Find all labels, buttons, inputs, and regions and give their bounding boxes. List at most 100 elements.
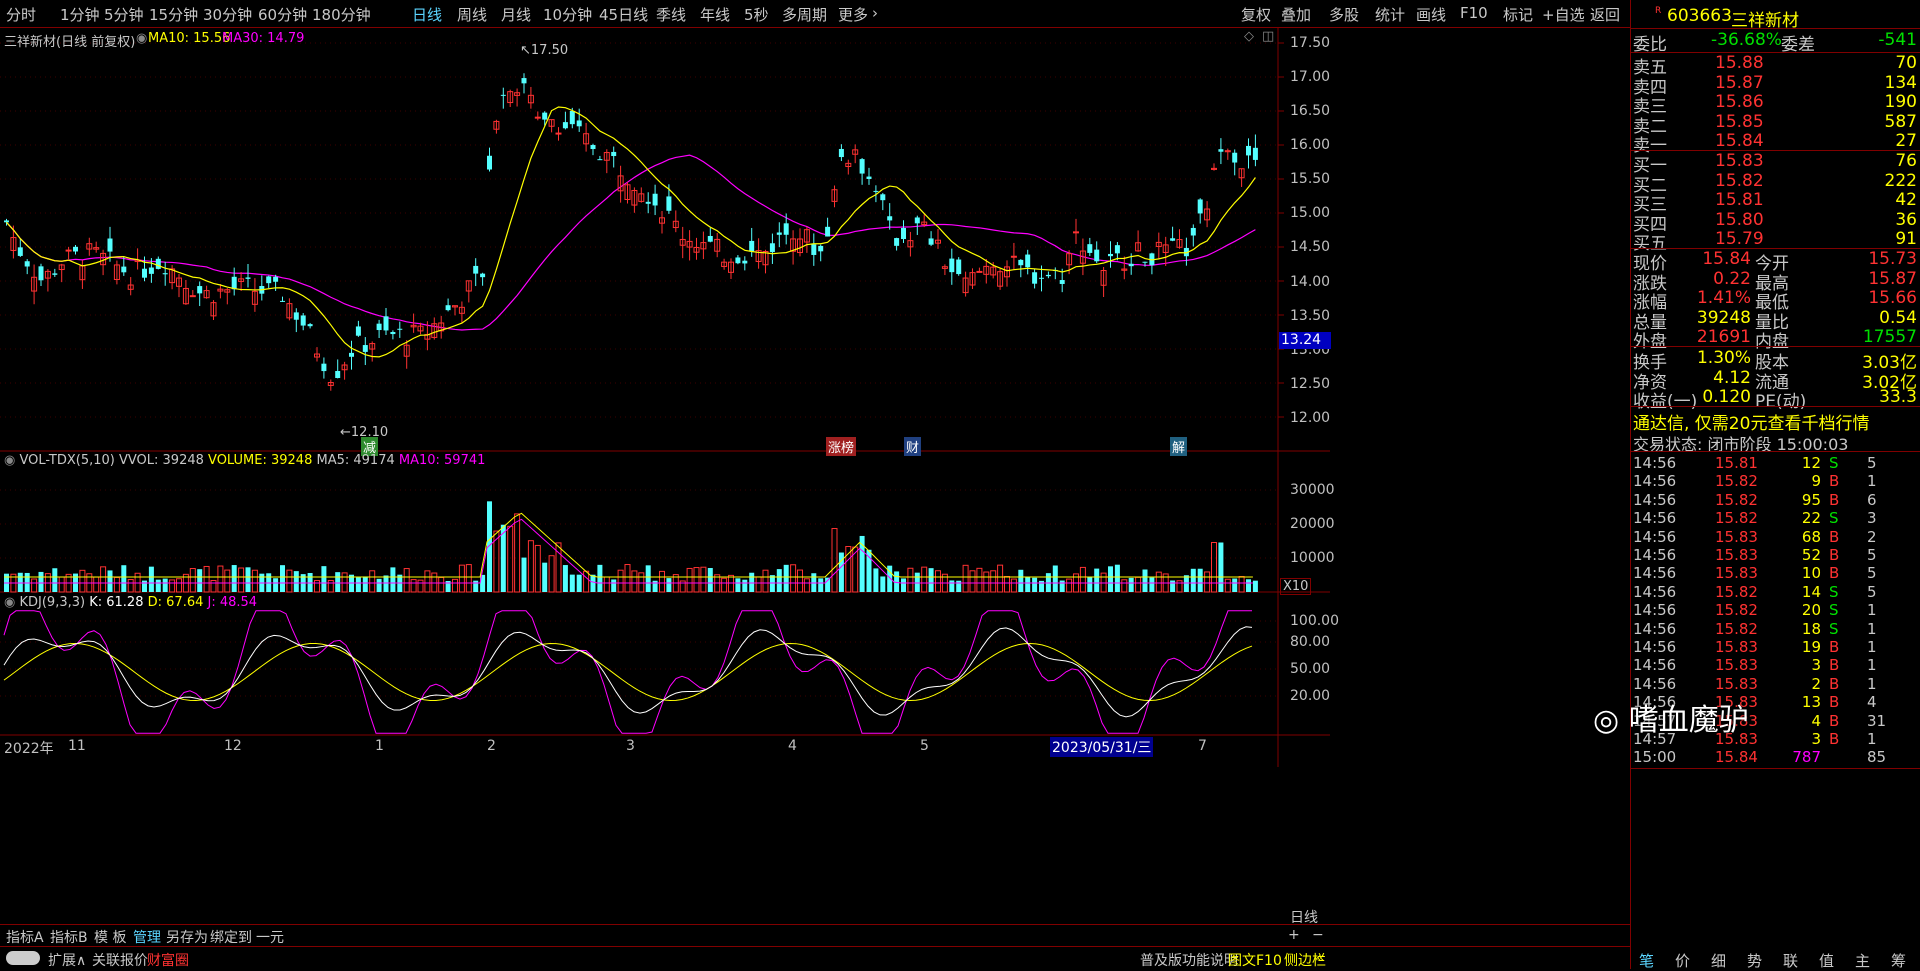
tick-price: 15.83 — [1715, 564, 1758, 583]
related-quote-button[interactable]: 关联报价 — [92, 950, 148, 970]
period-yearly[interactable]: 年线 — [700, 4, 730, 25]
indicator-a-tab[interactable]: 指标A — [6, 927, 44, 947]
indicator-b-tab[interactable]: 指标B — [50, 927, 88, 947]
tick-volume: 20 — [1801, 601, 1821, 620]
yiyuan-tab[interactable]: 一元 — [256, 927, 284, 947]
panel-tab[interactable]: 价 — [1675, 950, 1690, 971]
period-10min[interactable]: 10分钟 — [543, 4, 592, 25]
volume-bar-down — [521, 557, 527, 592]
period-weekly[interactable]: 周线 — [457, 4, 487, 25]
period-monthly[interactable]: 月线 — [501, 4, 531, 25]
candle-body-down — [1170, 238, 1176, 241]
period-fenshi[interactable]: 分时 — [6, 4, 36, 25]
candle-body-down — [866, 176, 872, 179]
volume-bar-down — [707, 568, 713, 592]
period-multi[interactable]: 多周期 — [782, 4, 827, 25]
panel-tab[interactable]: 值 — [1819, 950, 1834, 971]
price-tick-label: 17.00 — [1290, 69, 1331, 85]
panel-tab[interactable]: 笔 — [1639, 950, 1654, 971]
edition-help-link[interactable]: 普及版功能说明 — [1140, 950, 1238, 970]
volume-bar-up — [189, 568, 196, 593]
mark-button[interactable]: 标记 — [1503, 4, 1533, 25]
volume-bar-up — [548, 555, 555, 593]
panel-tab[interactable]: 联 — [1783, 950, 1798, 971]
kdj-legend: ◉ KDJ(9,3,3) K: 61.28 D: 67.64 J: 48.54 — [4, 595, 257, 610]
f10-button[interactable]: F10 — [1460, 4, 1488, 22]
event-tag-cai[interactable]: 财 — [904, 437, 922, 456]
event-tag-jie[interactable]: 解 — [1170, 437, 1188, 456]
volume-bar-down — [107, 570, 113, 592]
collapse-icon[interactable]: « — [1316, 950, 1325, 966]
volume-bar-down — [749, 572, 755, 592]
chevron-down-icon[interactable]: ◉ — [136, 31, 147, 46]
candle-body-down — [1218, 149, 1224, 152]
diamond-icon[interactable]: ◇ — [1244, 29, 1254, 44]
panel-toggle-icon[interactable]: ◫ — [1262, 29, 1274, 44]
candle-body-down — [818, 245, 824, 252]
add-watchlist-button[interactable]: +自选 — [1542, 4, 1585, 25]
period-more[interactable]: 更多 — [838, 4, 868, 25]
fuquan-button[interactable]: 复权 — [1241, 4, 1271, 25]
event-tag-zhangbang[interactable]: 涨榜 — [826, 437, 857, 456]
period-daily[interactable]: 日线 — [412, 4, 442, 25]
volume-bar-up — [762, 569, 769, 593]
toggle-switch[interactable] — [6, 951, 40, 965]
bind-to-tab[interactable]: 绑定到 — [210, 927, 252, 947]
period-15min[interactable]: 15分钟 — [149, 4, 198, 25]
candle-body-down — [300, 315, 306, 326]
volume-bar-up — [217, 565, 224, 593]
zoom-in-button[interactable]: + — [1288, 927, 1300, 943]
period-quarterly[interactable]: 季线 — [656, 4, 686, 25]
volume-bar-down — [1087, 577, 1093, 592]
f10-link[interactable]: 图文F10 — [1228, 950, 1282, 970]
template-tab[interactable]: 模 板 — [94, 927, 126, 947]
period-45day[interactable]: 45日线 — [599, 4, 648, 25]
volume-bar-down — [956, 580, 962, 592]
back-button[interactable]: 返回 — [1590, 4, 1620, 25]
multi-stock-button[interactable]: 多股 — [1329, 4, 1359, 25]
panel-tab[interactable]: 细 — [1711, 950, 1726, 971]
period-5min[interactable]: 5分钟 — [104, 4, 144, 25]
save-as-tab[interactable]: 另存为 — [166, 927, 208, 947]
volume-bar-down — [742, 579, 748, 592]
candle-body-down — [321, 363, 327, 372]
volume-bar-up — [224, 569, 231, 593]
volume-bar-up — [797, 569, 803, 593]
period-1min[interactable]: 1分钟 — [60, 4, 100, 25]
kdj-indicator-icon[interactable]: ◉ — [4, 595, 15, 610]
volume-bar-down — [769, 575, 775, 592]
kline-chart[interactable] — [0, 27, 1630, 924]
period-60min[interactable]: 60分钟 — [258, 4, 307, 25]
tick-volume: 22 — [1801, 509, 1821, 528]
tick-price: 15.82 — [1715, 509, 1758, 528]
kdj-tick-label: 80.00 — [1290, 634, 1331, 650]
manage-tab[interactable]: 管理 — [133, 927, 161, 947]
tick-count: 31 — [1867, 711, 1887, 730]
current-price-box: 13.24 — [1279, 332, 1331, 349]
kdj-k-label: K: 61.28 — [89, 595, 144, 610]
candle-body-up — [65, 249, 72, 252]
volume-bar-down — [569, 574, 575, 592]
volume-bar-up — [603, 576, 610, 593]
panel-tab[interactable]: 主 — [1855, 950, 1870, 971]
overlay-button[interactable]: 叠加 — [1281, 4, 1311, 25]
stats-button[interactable]: 统计 — [1375, 4, 1405, 25]
panel-tab[interactable]: 势 — [1747, 950, 1762, 971]
panel-tab[interactable]: 筹 — [1891, 950, 1906, 971]
volume-bar-up — [1004, 575, 1010, 593]
period-30min[interactable]: 30分钟 — [203, 4, 252, 25]
candle-body-down — [1232, 152, 1238, 163]
volume-label: VOLUME: 39248 — [208, 453, 313, 468]
period-180min[interactable]: 180分钟 — [312, 4, 371, 25]
expand-button[interactable]: 扩展∧ — [48, 950, 86, 970]
period-5sec[interactable]: 5秒 — [744, 4, 769, 25]
tick-side: B — [1829, 730, 1840, 748]
zoom-out-button[interactable]: − — [1312, 927, 1324, 943]
draw-line-button[interactable]: 画线 — [1416, 4, 1446, 25]
volume-bar-up — [1066, 578, 1073, 593]
chevron-right-icon[interactable]: › — [872, 4, 878, 22]
tick-price: 15.82 — [1715, 490, 1758, 509]
vol-indicator-icon[interactable]: ◉ — [4, 453, 15, 468]
kdj-tick-label: 20.00 — [1290, 688, 1331, 704]
wealth-circle-button[interactable]: 财富圈 — [147, 950, 189, 970]
